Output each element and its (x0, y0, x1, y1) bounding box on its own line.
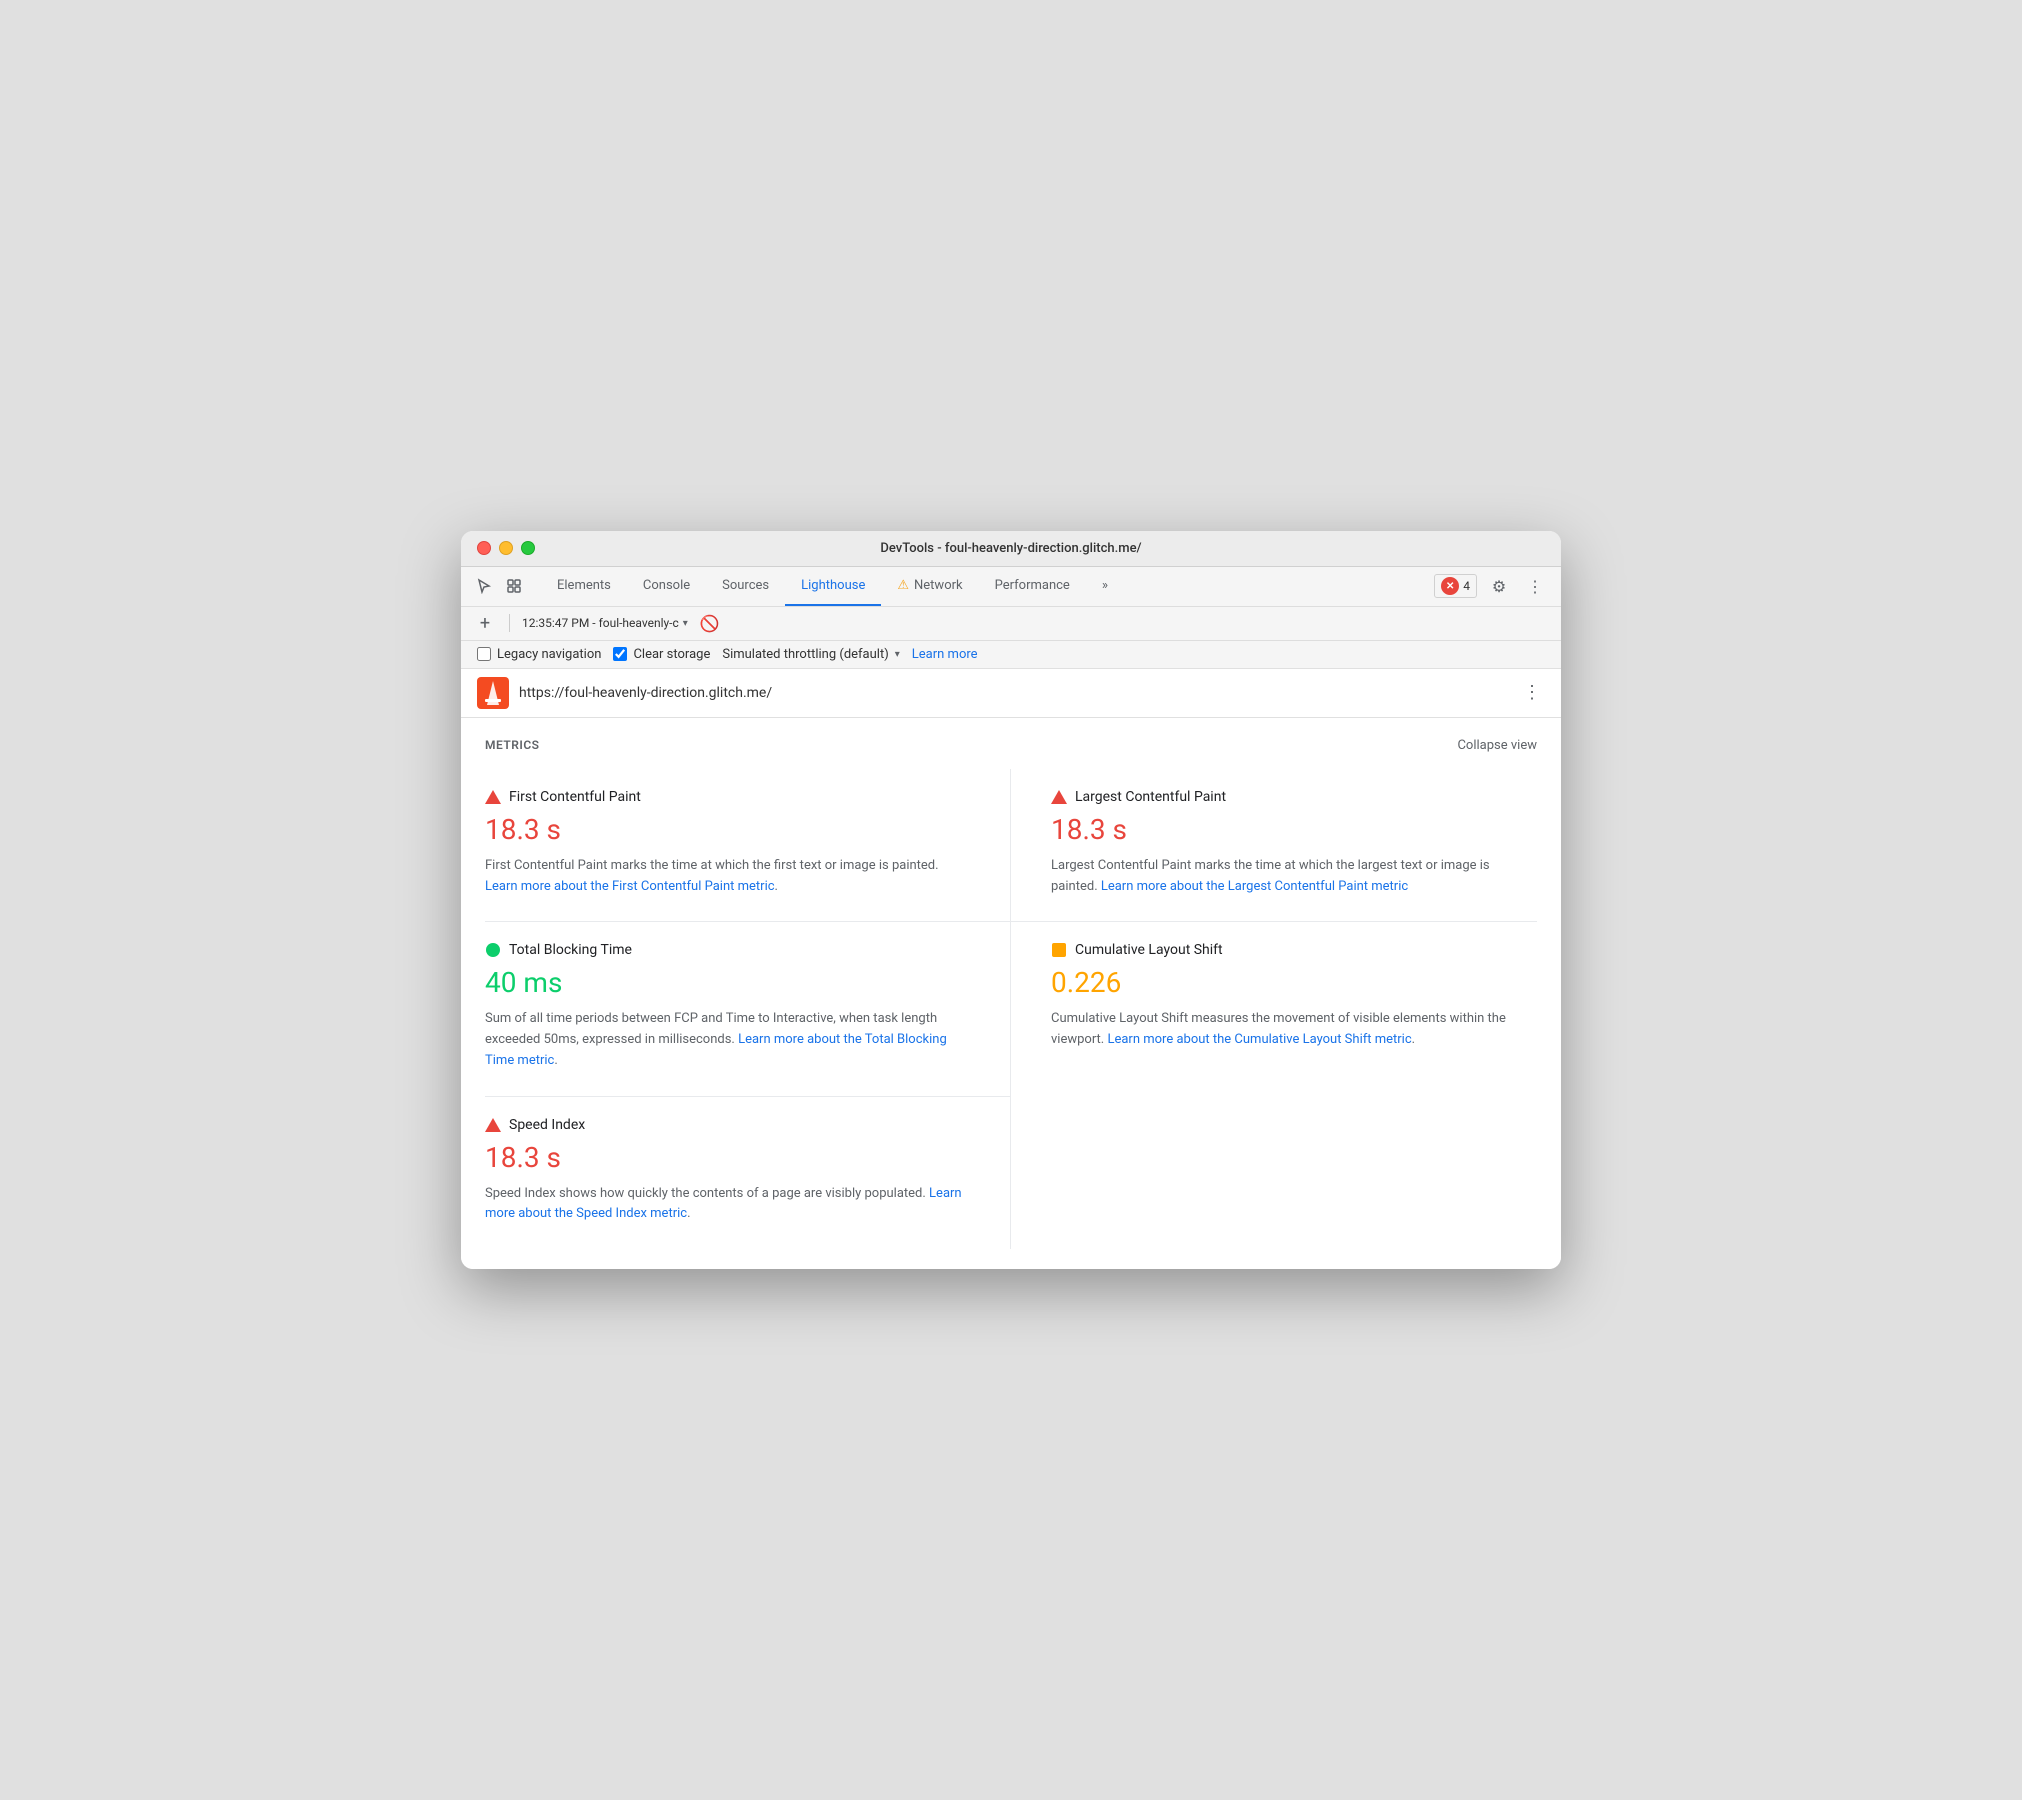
fcp-name: First Contentful Paint (509, 789, 641, 805)
lcp-name: Largest Contentful Paint (1075, 789, 1226, 805)
close-button[interactable] (477, 541, 491, 555)
metric-lcp-header: Largest Contentful Paint (1051, 789, 1537, 805)
tab-network[interactable]: ⚠ Network (881, 566, 978, 606)
url-text: https://foul-heavenly-direction.glitch.m… (519, 685, 1509, 701)
metric-cls: Cumulative Layout Shift 0.226 Cumulative… (1011, 922, 1537, 1096)
tbt-name: Total Blocking Time (509, 942, 632, 958)
tab-performance[interactable]: Performance (979, 566, 1086, 606)
metric-si: Speed Index 18.3 s Speed Index shows how… (485, 1097, 1011, 1250)
tab-more[interactable]: » (1086, 566, 1124, 606)
add-button[interactable]: + (473, 611, 497, 635)
legacy-navigation-checkbox-label[interactable]: Legacy navigation (477, 647, 601, 662)
si-value: 18.3 s (485, 1141, 970, 1174)
metric-tbt-header: Total Blocking Time (485, 942, 970, 958)
window-title: DevTools - foul-heavenly-direction.glitc… (880, 541, 1141, 556)
secondary-toolbar: + 12:35:47 PM - foul-heavenly-c ▾ 🚫 (461, 607, 1561, 641)
si-description: Speed Index shows how quickly the conten… (485, 1184, 970, 1226)
minimize-button[interactable] (499, 541, 513, 555)
toolbar-tools (473, 575, 525, 597)
metric-fcp-header: First Contentful Paint (485, 789, 970, 805)
si-indicator-icon (485, 1117, 501, 1133)
cls-indicator-icon (1051, 942, 1067, 958)
clear-storage-checkbox[interactable] (613, 647, 627, 661)
dropdown-arrow-icon: ▾ (683, 618, 688, 629)
tbt-indicator-icon (485, 942, 501, 958)
toolbar-right: ✕ 4 ⚙ ⋮ (1434, 572, 1549, 600)
metric-tbt: Total Blocking Time 40 ms Sum of all tim… (485, 922, 1011, 1096)
clear-storage-checkbox-label[interactable]: Clear storage (613, 647, 710, 662)
collapse-view-button[interactable]: Collapse view (1457, 738, 1537, 753)
error-badge: ✕ (1441, 577, 1459, 595)
error-count: 4 (1463, 579, 1470, 593)
more-button[interactable]: ⋮ (1521, 572, 1549, 600)
tab-console[interactable]: Console (627, 566, 706, 606)
si-name: Speed Index (509, 1117, 585, 1133)
metrics-grid: First Contentful Paint 18.3 s First Cont… (485, 769, 1537, 1250)
lcp-value: 18.3 s (1051, 813, 1537, 846)
lcp-indicator-icon (1051, 789, 1067, 805)
legacy-navigation-checkbox[interactable] (477, 647, 491, 661)
tab-elements[interactable]: Elements (541, 566, 627, 606)
cls-learn-more-link[interactable]: Learn more about the Cumulative Layout S… (1107, 1032, 1411, 1047)
settings-button[interactable]: ⚙ (1485, 572, 1513, 600)
error-count-container[interactable]: ✕ 4 (1434, 574, 1477, 598)
lcp-learn-more-link[interactable]: Learn more about the Largest Contentful … (1101, 879, 1408, 894)
tbt-learn-more-link[interactable]: Learn more about the Total Blocking Time… (485, 1032, 947, 1068)
traffic-lights (477, 541, 535, 555)
fcp-indicator-icon (485, 789, 501, 805)
devtools-window: DevTools - foul-heavenly-direction.glitc… (461, 531, 1561, 1270)
block-icon[interactable]: 🚫 (700, 614, 720, 633)
lcp-description: Largest Contentful Paint marks the time … (1051, 856, 1537, 898)
metrics-header: METRICS Collapse view (485, 738, 1537, 753)
fcp-value: 18.3 s (485, 813, 970, 846)
lighthouse-logo-icon (477, 677, 509, 709)
url-bar-menu-button[interactable]: ⋮ (1519, 678, 1545, 707)
warning-icon: ⚠ (897, 578, 909, 593)
metric-cls-header: Cumulative Layout Shift (1051, 942, 1537, 958)
fcp-description: First Contentful Paint marks the time at… (485, 856, 970, 898)
tab-lighthouse[interactable]: Lighthouse (785, 566, 881, 606)
options-toolbar: Legacy navigation Clear storage Simulate… (461, 641, 1561, 669)
cls-value: 0.226 (1051, 966, 1537, 999)
maximize-button[interactable] (521, 541, 535, 555)
throttling-label: Simulated throttling (default) ▾ (722, 647, 899, 662)
tab-bar: Elements Console Sources Lighthouse ⚠ Ne… (461, 567, 1561, 607)
metric-lcp: Largest Contentful Paint 18.3 s Largest … (1011, 769, 1537, 923)
inspect-icon[interactable] (503, 575, 525, 597)
title-bar: DevTools - foul-heavenly-direction.glitc… (461, 531, 1561, 567)
separator (509, 614, 510, 632)
timestamp-container[interactable]: 12:35:47 PM - foul-heavenly-c ▾ (522, 616, 688, 630)
tbt-value: 40 ms (485, 966, 970, 999)
cls-name: Cumulative Layout Shift (1075, 942, 1223, 958)
legacy-navigation-label: Legacy navigation (497, 647, 601, 662)
url-bar: https://foul-heavenly-direction.glitch.m… (461, 669, 1561, 718)
metrics-title: METRICS (485, 738, 540, 752)
timestamp-text: 12:35:47 PM - foul-heavenly-c (522, 616, 679, 630)
si-learn-more-link[interactable]: Learn more about the Speed Index metric (485, 1186, 962, 1222)
tabs-container: Elements Console Sources Lighthouse ⚠ Ne… (541, 566, 1434, 606)
learn-more-link[interactable]: Learn more (912, 647, 978, 662)
tbt-description: Sum of all time periods between FCP and … (485, 1009, 970, 1071)
cursor-icon[interactable] (473, 575, 495, 597)
clear-storage-label: Clear storage (633, 647, 710, 662)
main-content: METRICS Collapse view First Contentful P… (461, 718, 1561, 1270)
cls-description: Cumulative Layout Shift measures the mov… (1051, 1009, 1537, 1051)
tab-sources[interactable]: Sources (706, 566, 785, 606)
metric-si-header: Speed Index (485, 1117, 970, 1133)
fcp-learn-more-link[interactable]: Learn more about the First Contentful Pa… (485, 879, 775, 894)
metric-fcp: First Contentful Paint 18.3 s First Cont… (485, 769, 1011, 923)
